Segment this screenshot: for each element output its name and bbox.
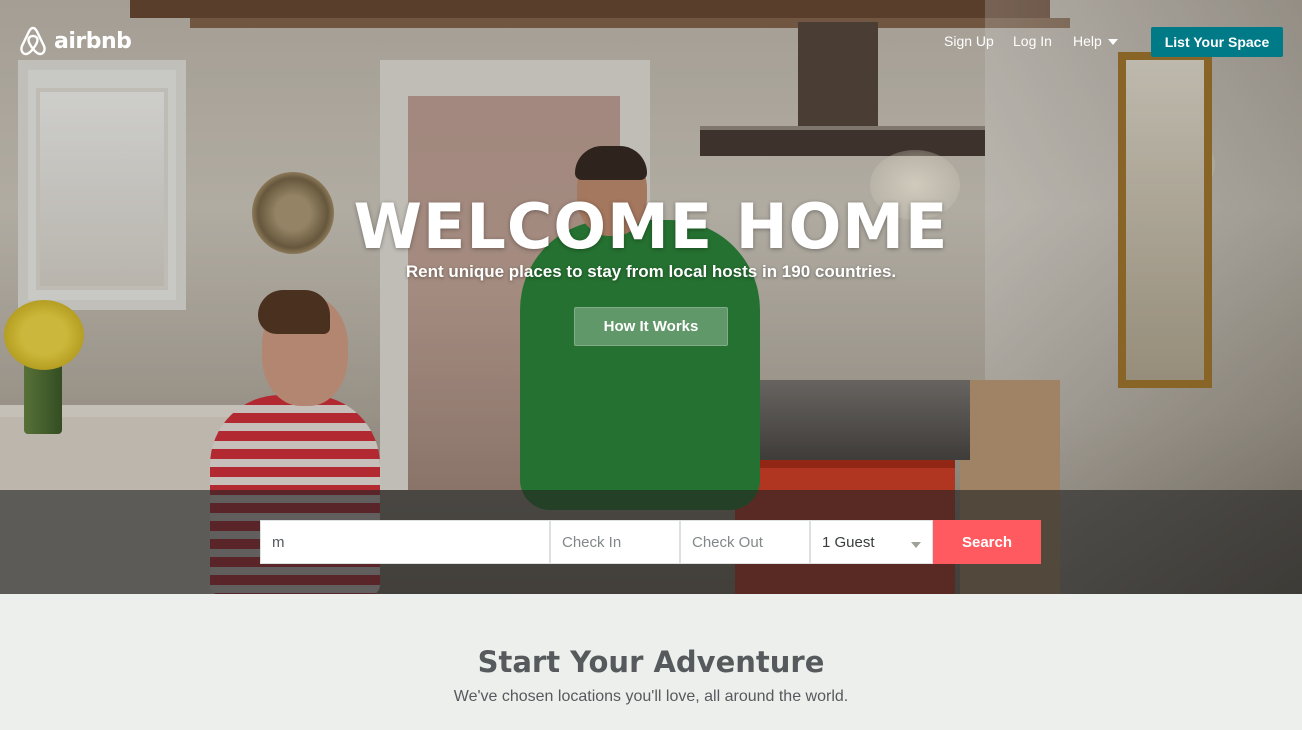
airbnb-logo[interactable]: airbnb bbox=[18, 25, 132, 57]
log-in-link[interactable]: Log In bbox=[1013, 33, 1052, 49]
hero-headline: WELCOME HOME bbox=[353, 190, 949, 263]
section-title: Start Your Adventure bbox=[477, 645, 825, 679]
how-it-works-button[interactable]: How It Works bbox=[574, 307, 728, 346]
check-in-placeholder: Check In bbox=[562, 533, 622, 551]
sign-up-link[interactable]: Sign Up bbox=[944, 33, 994, 49]
chevron-down-icon bbox=[1107, 39, 1118, 45]
check-in-input[interactable]: Check In bbox=[550, 520, 680, 564]
location-input[interactable]: m bbox=[260, 520, 550, 564]
location-input-value: m bbox=[272, 533, 285, 551]
help-menu[interactable]: Help bbox=[1073, 33, 1118, 49]
airbnb-belo-icon bbox=[20, 26, 46, 56]
guests-selected-value: 1 Guest bbox=[822, 533, 875, 551]
help-label: Help bbox=[1073, 33, 1102, 49]
brand-name: airbnb bbox=[54, 28, 132, 54]
guests-select[interactable]: 1 Guest bbox=[810, 520, 933, 564]
check-out-placeholder: Check Out bbox=[692, 533, 763, 551]
hero-subheadline: Rent unique places to stay from local ho… bbox=[405, 262, 897, 281]
chevron-down-icon bbox=[911, 542, 921, 548]
top-navigation: airbnb Sign Up Log In Help List Your Spa… bbox=[0, 0, 1302, 84]
check-out-input[interactable]: Check Out bbox=[680, 520, 810, 564]
section-subtitle: We've chosen locations you'll love, all … bbox=[453, 688, 849, 705]
list-your-space-button[interactable]: List Your Space bbox=[1151, 27, 1283, 57]
search-button[interactable]: Search bbox=[933, 520, 1041, 564]
